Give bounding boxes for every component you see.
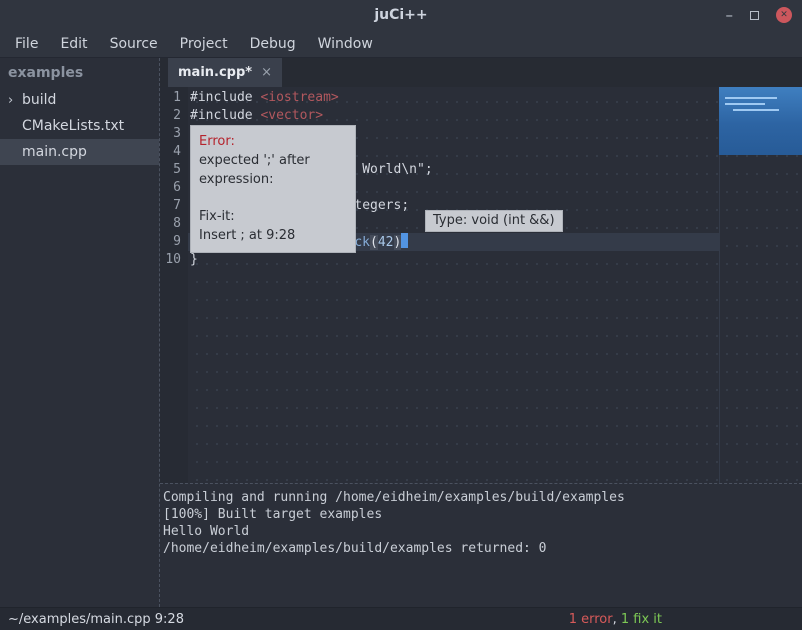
menu-project[interactable]: Project — [169, 36, 239, 52]
diagnostic-title: Error: — [199, 132, 347, 151]
tab-bar: main.cpp* × — [160, 58, 802, 87]
maximize-button[interactable] — [749, 10, 760, 21]
code-line: #include <vector> — [188, 107, 719, 125]
chevron-right-icon[interactable]: › — [8, 93, 22, 108]
tab-label: main.cpp* — [178, 65, 252, 80]
main-area: examples ›build CMakeLists.txt main.cpp ma… — [0, 58, 802, 607]
menu-window[interactable]: Window — [307, 36, 384, 52]
code-editor[interactable]: 12345678910 #include <iostream>#include … — [160, 87, 802, 483]
line-number: 3 — [160, 125, 181, 143]
diagnostics-separator: , — [613, 612, 621, 627]
cursor-location: ~/examples/main.cpp 9:28 — [0, 612, 184, 627]
error-count: 1 error — [569, 612, 613, 627]
line-number: 5 — [160, 161, 181, 179]
line-number: 6 — [160, 179, 181, 197]
line-number-gutter: 12345678910 — [160, 87, 188, 483]
sidebar: examples ›build CMakeLists.txt main.cpp — [0, 58, 160, 607]
terminal-line: /home/eidheim/examples/build/examples re… — [163, 540, 798, 557]
line-number: 9 — [160, 233, 181, 251]
menu-debug[interactable]: Debug — [239, 36, 307, 52]
line-number: 4 — [160, 143, 181, 161]
fixit-title: Fix-it: — [199, 207, 347, 226]
code-segment: 42 — [378, 235, 394, 250]
code-segment: } — [190, 252, 198, 267]
tree-item-label: build — [22, 92, 56, 108]
code-line: } — [188, 251, 719, 269]
menu-file[interactable]: File — [4, 36, 49, 52]
line-number: 2 — [160, 107, 181, 125]
window-controls: – ✕ — [726, 0, 793, 30]
fixit-count: 1 fix it — [621, 612, 662, 627]
fixit-message: Insert ; at 9:28 — [199, 226, 347, 245]
tab-close-icon[interactable]: × — [261, 65, 272, 80]
code-segment: <vector> — [260, 108, 323, 123]
minimap-code-bar — [725, 103, 765, 105]
menu-edit[interactable]: Edit — [49, 36, 98, 52]
code-segment: <iostream> — [260, 90, 338, 105]
project-name: examples — [0, 58, 159, 87]
title-bar: juCi++ – ✕ — [0, 0, 802, 30]
code-segment: ( — [370, 235, 378, 250]
sidebar-item-build[interactable]: ›build — [0, 87, 159, 113]
terminal-line: Hello World — [163, 523, 798, 540]
editor-column: main.cpp* × 12345678910 #include <iostre… — [160, 58, 802, 607]
line-number: 10 — [160, 251, 181, 269]
type-tooltip: Type: void (int &&) — [425, 210, 563, 232]
close-button[interactable]: ✕ — [776, 7, 792, 23]
sidebar-item-main-cpp[interactable]: main.cpp — [0, 139, 159, 165]
sidebar-item-cmakelists-txt[interactable]: CMakeLists.txt — [0, 113, 159, 139]
code-segment: #include — [190, 108, 260, 123]
minimap-code-bar — [725, 97, 777, 99]
diagnostics-summary: 1 error, 1 fix it — [552, 597, 802, 630]
tree-item-label: main.cpp — [22, 144, 87, 160]
terminal-panel[interactable]: Compiling and running /home/eidheim/exam… — [160, 483, 802, 607]
diagnostic-message: expected ';' after expression: — [199, 151, 347, 189]
code-segment: ; — [425, 162, 433, 177]
code-line: #include <iostream> — [188, 89, 719, 107]
line-number: 7 — [160, 197, 181, 215]
diagnostic-tooltip: Error: expected ';' after expression: Fi… — [190, 125, 356, 253]
minimap[interactable] — [719, 87, 802, 155]
terminal-line: [100%] Built target examples — [163, 506, 798, 523]
diagnostic-spacer — [199, 189, 347, 207]
code-segment: ) — [394, 235, 402, 250]
code-segment: #include — [190, 90, 260, 105]
tab-main-cpp[interactable]: main.cpp* × — [168, 58, 282, 87]
window-title: juCi++ — [374, 7, 427, 23]
text-cursor — [401, 233, 408, 248]
minimize-button[interactable]: – — [726, 8, 734, 23]
maximize-icon — [750, 11, 759, 20]
status-bar: ~/examples/main.cpp 9:28 1 error, 1 fix … — [0, 607, 802, 630]
file-tree: ›build CMakeLists.txt main.cpp — [0, 87, 159, 165]
tree-item-label: CMakeLists.txt — [22, 118, 124, 134]
line-number: 1 — [160, 89, 181, 107]
menu-source[interactable]: Source — [99, 36, 169, 52]
terminal-line: Compiling and running /home/eidheim/exam… — [163, 489, 798, 506]
menu-bar: FileEditSourceProjectDebugWindow — [0, 30, 802, 58]
line-number: 8 — [160, 215, 181, 233]
minimap-code-bar — [733, 109, 779, 111]
